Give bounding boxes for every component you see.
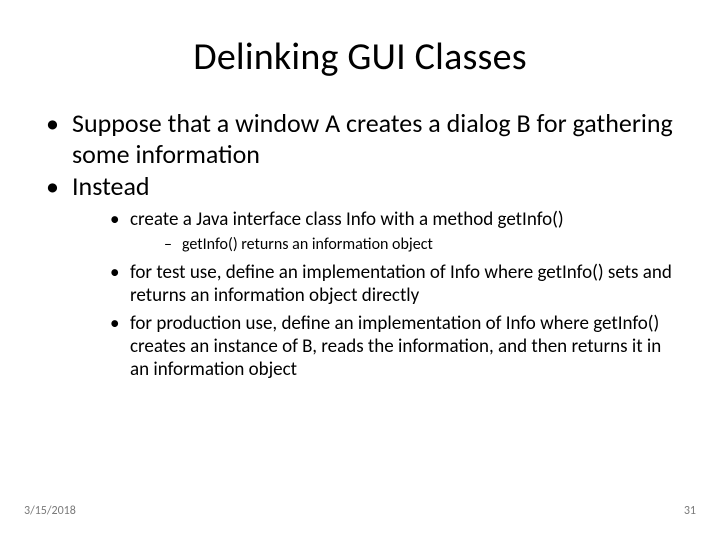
slide-body: Suppose that a window A creates a dialog… [0, 108, 720, 381]
bullet-item: Instead create a Java interface class In… [40, 171, 680, 381]
bullet-sublist: create a Java interface class Info with … [72, 208, 680, 381]
bullet-text: for production use, define an implementa… [130, 312, 661, 381]
footer-date: 3/15/2018 [24, 504, 76, 518]
bullet-item: getInfo() returns an information object [158, 235, 680, 255]
bullet-text: getInfo() returns an information object [182, 235, 433, 254]
bullet-sublist: getInfo() returns an information object [130, 235, 680, 255]
bullet-text: Instead [72, 170, 150, 202]
slide-title: Delinking GUI Classes [0, 0, 720, 108]
bullet-text: Suppose that a window A creates a dialog… [72, 107, 673, 170]
footer-page-number: 31 [684, 504, 696, 518]
bullet-text: for test use, define an implementation o… [130, 261, 672, 307]
bullet-item: create a Java interface class Info with … [104, 208, 680, 255]
bullet-list: Suppose that a window A creates a dialog… [40, 108, 680, 381]
bullet-item: for production use, define an implementa… [104, 312, 680, 382]
slide: Delinking GUI Classes Suppose that a win… [0, 0, 720, 540]
bullet-text: create a Java interface class Info with … [130, 208, 564, 231]
bullet-item: Suppose that a window A creates a dialog… [40, 108, 680, 169]
bullet-item: for test use, define an implementation o… [104, 261, 680, 307]
